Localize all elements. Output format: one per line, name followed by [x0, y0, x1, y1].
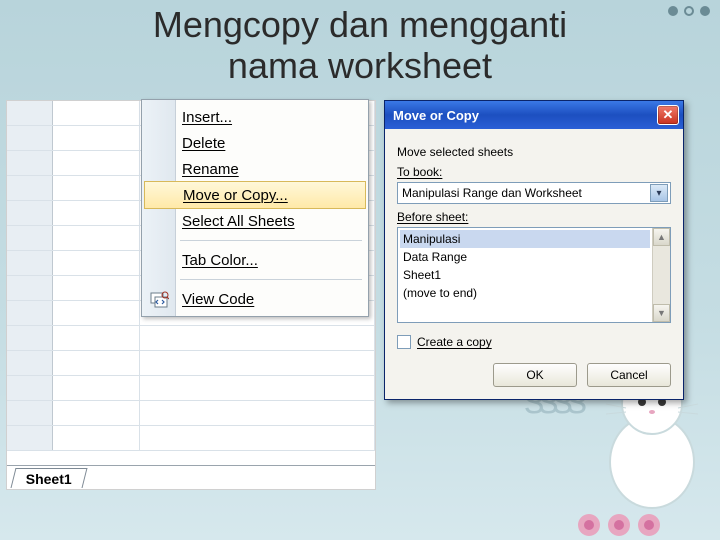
menu-separator: [180, 279, 362, 280]
dialog-close-button[interactable]: ✕: [657, 105, 679, 125]
menu-item-tab-color[interactable]: Tab Color...: [142, 247, 368, 273]
list-item[interactable]: Sheet1: [400, 266, 650, 284]
view-code-icon: [149, 289, 169, 309]
menu-item-select-all-sheets[interactable]: Select All Sheets: [142, 208, 368, 234]
menu-item-view-code[interactable]: View Code: [142, 286, 368, 312]
ok-button[interactable]: OK: [493, 363, 577, 387]
scroll-up-icon[interactable]: ▲: [653, 228, 670, 246]
label-to-book: To book:: [397, 165, 442, 179]
create-copy-label: Create a copy: [417, 335, 492, 349]
label-before-sheet: Before sheet:: [397, 210, 468, 224]
chevron-down-icon: ▾: [650, 184, 668, 202]
create-copy-checkbox[interactable]: [397, 335, 411, 349]
before-sheet-listbox[interactable]: Manipulasi Data Range Sheet1 (move to en…: [397, 227, 671, 323]
title-line1: Mengcopy dan mengganti: [0, 4, 720, 45]
sheet-tab-sheet1[interactable]: Sheet1: [11, 468, 88, 488]
sheet-tab-bar: Sheet1: [7, 465, 375, 489]
sheet-context-menu: Insert... Delete Rename Move or Copy... …: [141, 99, 369, 317]
title-line2: nama worksheet: [0, 45, 720, 86]
to-book-combobox[interactable]: Manipulasi Range dan Worksheet ▾: [397, 182, 671, 204]
menu-item-move-or-copy[interactable]: Move or Copy...: [144, 181, 366, 209]
move-or-copy-dialog: Move or Copy ✕ Move selected sheets To b…: [384, 100, 684, 400]
menu-item-insert[interactable]: Insert...: [142, 104, 368, 130]
dialog-title: Move or Copy: [393, 108, 479, 123]
label-move-selected-sheets: Move selected sheets: [397, 145, 671, 159]
scroll-down-icon[interactable]: ▼: [653, 304, 670, 322]
cancel-button[interactable]: Cancel: [587, 363, 671, 387]
slide-title: Mengcopy dan mengganti nama worksheet: [0, 4, 720, 87]
sheet-tab-label: Sheet1: [26, 471, 72, 487]
menu-item-delete[interactable]: Delete: [142, 130, 368, 156]
list-item[interactable]: Data Range: [400, 248, 650, 266]
spreadsheet-area: Sheet1 Insert... Delete Rename Move or C…: [6, 100, 376, 490]
to-book-value: Manipulasi Range dan Worksheet: [402, 186, 582, 200]
menu-item-rename[interactable]: Rename: [142, 156, 368, 182]
listbox-scrollbar[interactable]: ▲ ▼: [652, 228, 670, 322]
list-item[interactable]: Manipulasi: [400, 230, 650, 248]
list-item[interactable]: (move to end): [400, 284, 650, 302]
dialog-titlebar[interactable]: Move or Copy ✕: [385, 101, 683, 129]
decor-flowers: [578, 514, 660, 536]
close-icon: ✕: [663, 107, 674, 123]
menu-separator: [180, 240, 362, 241]
